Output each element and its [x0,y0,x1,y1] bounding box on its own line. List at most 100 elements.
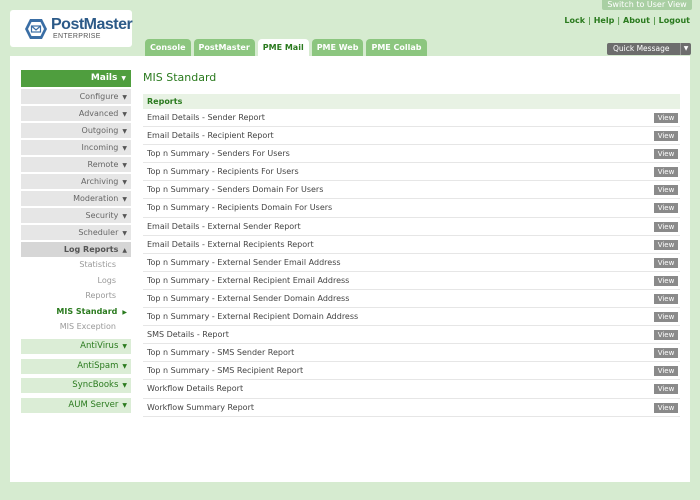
chevron-down-icon: ▼ [122,343,127,350]
chevron-down-icon: ▼ [122,401,127,409]
sidebar-item-moderation[interactable]: Moderation ▼ [21,191,131,206]
switch-to-user-view-button[interactable]: Switch to User View [602,0,692,10]
report-name: Top n Summary - SMS Recipient Report [147,366,304,376]
sidebar-item-outgoing[interactable]: Outgoing ▼ [21,123,131,138]
view-report-button[interactable]: View [654,348,678,359]
report-row: Top n Summary - Recipients Domain For Us… [143,199,680,218]
about-link[interactable]: About [623,16,650,25]
report-list: Email Details - Sender Report View Email D… [143,109,680,417]
tab-pme-mail[interactable]: PME Mail [257,39,309,56]
quick-message-button[interactable]: Quick Message ▼ [607,43,691,55]
sidebar-item-label: Outgoing [81,126,119,135]
report-row: Top n Summary - SMS Sender Report View [143,344,680,363]
tab-console[interactable]: Console [145,39,191,56]
report-name: Email Details - External Sender Report [147,221,301,231]
page-title: MIS Standard [143,71,217,84]
report-row: SMS Details - Report View [143,326,680,345]
view-report-button[interactable]: View [654,402,678,413]
sidebar-item-label: Configure [79,92,119,101]
view-report-button[interactable]: View [654,203,678,214]
lock-link[interactable]: Lock [564,16,585,25]
sidebar: Mails ▼ Configure ▼ Advanced ▼ Outgoing ▼ In… [21,70,131,413]
sidebar-subitem-mis-standard[interactable]: MIS Standard ▶ [21,304,131,320]
report-row: Top n Summary - External Recipient Email… [143,272,680,290]
top-links: Lock | Help | About | Logout [564,16,690,25]
sidebar-item-archiving[interactable]: Archiving ▼ [21,174,131,189]
sidebar-module-label: AntiSpam [77,360,119,371]
sidebar-item-label: Archiving [80,177,119,186]
report-row: Email Details - Sender Report View [143,109,680,128]
reports-section-header: Reports [143,94,680,109]
sidebar-subitem-logs[interactable]: Logs [21,273,131,289]
sidebar-item-scheduler[interactable]: Scheduler ▼ [21,225,131,240]
report-row: Top n Summary - Recipients For Users View [143,163,680,182]
sidebar-section-label: Mails [90,73,118,83]
view-report-button[interactable]: View [654,149,678,160]
separator: | [588,16,591,25]
view-report-button[interactable]: View [654,384,678,395]
chevron-down-icon: ▼ [122,213,127,220]
report-row: Top n Summary - Senders For Users View [143,145,680,164]
chevron-up-icon: ▲ [122,247,127,254]
view-report-button[interactable]: View [654,293,678,304]
chevron-down-icon: ▼ [122,179,127,186]
report-name: Top n Summary - External Recipient Email… [147,275,350,285]
view-report-button[interactable]: View [654,366,678,377]
report-row: Workflow Summary Report View [143,399,680,417]
view-report-button[interactable]: View [654,167,678,178]
chevron-down-icon: ▼ [122,382,127,389]
report-name: Workflow Details Report [147,384,244,394]
report-row: Top n Summary - External Sender Domain A… [143,290,680,309]
report-row: Top n Summary - SMS Recipient Report View [143,362,680,381]
sidebar-item-security[interactable]: Security ▼ [21,208,131,223]
view-report-button[interactable]: View [654,131,678,142]
report-name: Top n Summary - SMS Sender Report [147,348,295,358]
report-row: Top n Summary - External Sender Email Ad… [143,254,680,272]
logo-subtitle: ENTERPRISE [53,33,101,40]
sidebar-subitem-reports[interactable]: Reports [21,288,131,304]
report-name: Top n Summary - Recipients Domain For Us… [147,203,333,213]
content-area: MIS Standard Reports Email Details - Sen… [143,70,680,417]
chevron-down-icon[interactable]: ▼ [680,43,691,55]
sidebar-item-label: Log Reports [63,245,119,254]
sidebar-item-remote[interactable]: Remote ▼ [21,157,131,172]
report-name: Top n Summary - Recipients For Users [147,167,299,177]
logout-link[interactable]: Logout [659,16,690,25]
product-tabs: Console PostMaster PME Mail PME Web PME … [145,39,427,56]
tab-pme-collab[interactable]: PME Collab [366,39,427,56]
sidebar-subitem-label: MIS Standard [56,306,118,316]
sidebar-module-antivirus[interactable]: AntiVirus ▼ [21,339,131,354]
help-link[interactable]: Help [594,16,615,25]
sidebar-item-advanced[interactable]: Advanced ▼ [21,106,131,121]
tab-pme-web[interactable]: PME Web [311,39,364,56]
sidebar-item-log-reports[interactable]: Log Reports ▲ [21,242,131,257]
view-report-button[interactable]: View [654,275,678,286]
chevron-down-icon: ▼ [122,162,127,169]
view-report-button[interactable]: View [654,113,678,123]
sidebar-item-label: Security [85,211,119,220]
sidebar-module-syncbooks[interactable]: SyncBooks ▼ [21,378,131,393]
sidebar-item-configure[interactable]: Configure ▼ [21,89,131,104]
sidebar-subitem-mis-exception[interactable]: MIS Exception [21,319,131,335]
tab-postmaster[interactable]: PostMaster [193,39,255,56]
view-report-button[interactable]: View [654,239,678,250]
sidebar-module-antispam[interactable]: AntiSpam ▼ [21,358,131,374]
sidebar-subitem-statistics[interactable]: Statistics [21,257,131,273]
sidebar-section-mails[interactable]: Mails ▼ [21,70,131,87]
report-row: Email Details - External Recipients Repo… [143,236,680,254]
report-row: Email Details - Recipient Report View [143,127,680,146]
sidebar-module-label: AUM Server [68,399,119,410]
view-report-button[interactable]: View [654,257,678,268]
sidebar-item-label: Remote [87,160,119,169]
view-report-button[interactable]: View [654,312,678,323]
logo-title: PostMaster [51,16,133,33]
view-report-button[interactable]: View [654,221,678,232]
view-report-button[interactable]: View [654,330,678,341]
separator: | [617,16,621,25]
chevron-right-icon: ▶ [122,308,127,316]
report-row: Workflow Details Report View [143,380,680,399]
chevron-down-icon: ▼ [122,362,127,370]
view-report-button[interactable]: View [654,185,678,196]
sidebar-module-aum-server[interactable]: AUM Server ▼ [21,397,131,413]
sidebar-item-incoming[interactable]: Incoming ▼ [21,140,131,155]
